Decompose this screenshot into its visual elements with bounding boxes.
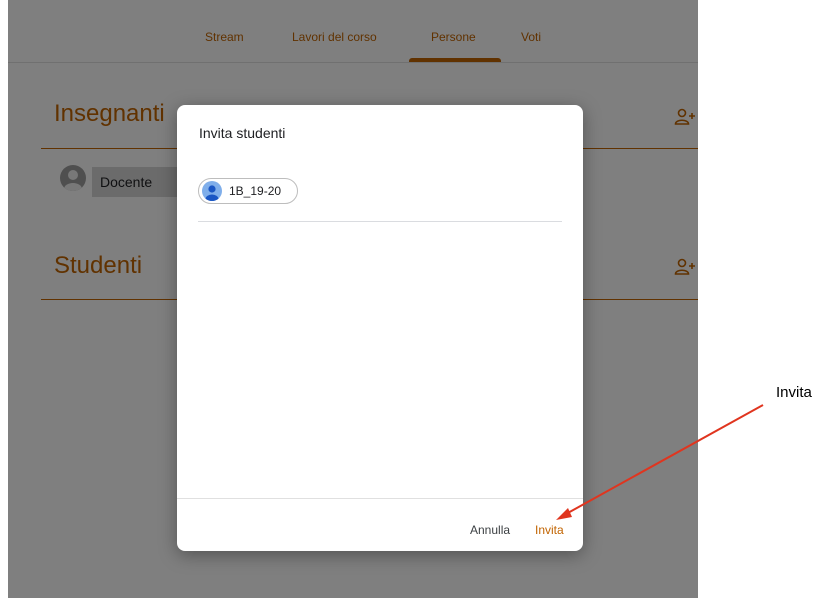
invite-button[interactable]: Invita: [535, 523, 564, 537]
cancel-button[interactable]: Annulla: [470, 523, 510, 537]
dialog-footer-divider: [177, 498, 583, 499]
chip-label: 1B_19-20: [229, 184, 282, 198]
annotation-label: Invita: [776, 384, 812, 401]
recipients-input[interactable]: [198, 221, 562, 222]
group-avatar-icon: [202, 181, 222, 201]
invite-students-dialog: Invita studenti 1B_19-20 Annulla Invita: [177, 105, 583, 551]
recipient-chip[interactable]: 1B_19-20: [198, 178, 298, 204]
dialog-title: Invita studenti: [199, 125, 286, 141]
